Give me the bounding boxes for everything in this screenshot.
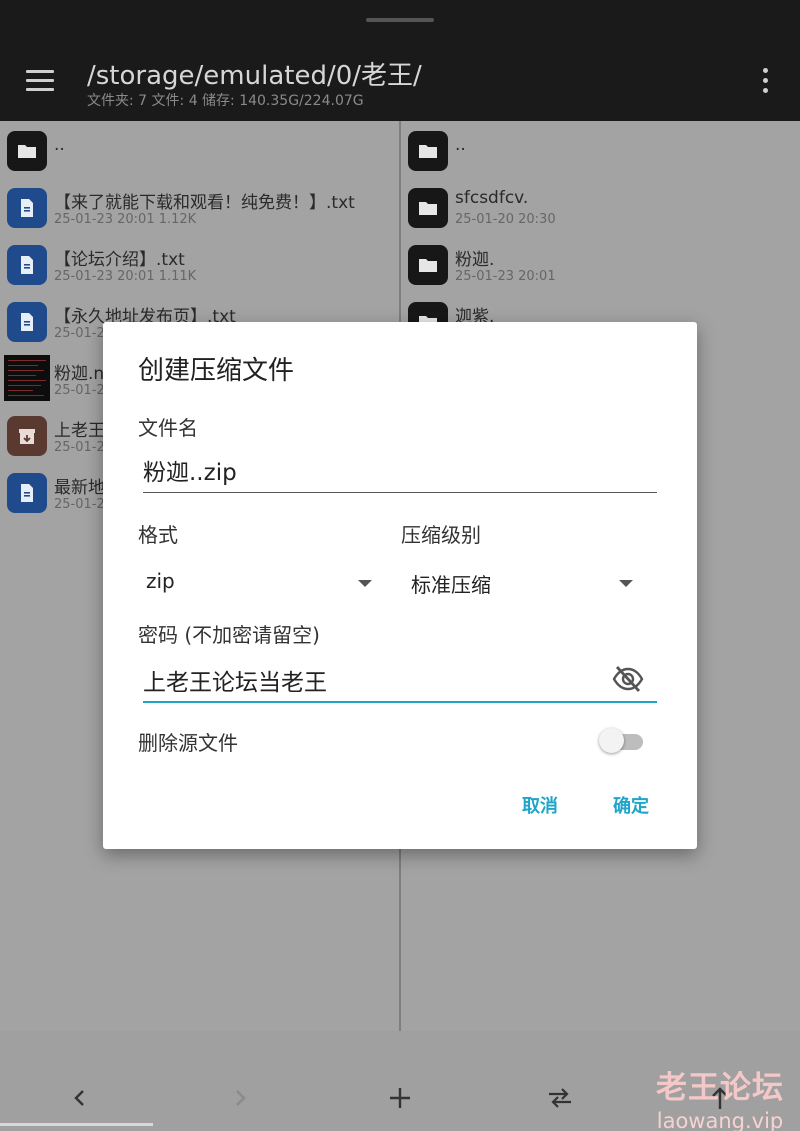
visibility-off-icon[interactable] bbox=[611, 662, 645, 696]
file-name: 【来了就能下载和观看！纯免费！】.txt bbox=[54, 193, 355, 213]
current-path: /storage/emulated/0/老王/ bbox=[87, 61, 422, 91]
file-name: 最新地 bbox=[54, 478, 105, 498]
file-meta: 25-01-2 bbox=[54, 326, 105, 341]
image-thumbnail bbox=[4, 355, 50, 401]
chevron-down-icon bbox=[619, 580, 633, 587]
password-label: 密码 (不加密请留空) bbox=[138, 623, 320, 647]
swap-icon[interactable] bbox=[545, 1083, 575, 1113]
level-value: 标准压缩 bbox=[411, 573, 491, 597]
filename-field[interactable]: 粉迦..zip bbox=[143, 447, 657, 493]
list-item[interactable]: sfcsdfcv. 25-01-20 20:30 bbox=[401, 178, 800, 235]
list-item[interactable]: 【来了就能下载和观看！纯免费！】.txt 25-01-23 20:01 1.12… bbox=[0, 178, 399, 235]
format-value: zip bbox=[146, 569, 175, 593]
format-select[interactable]: zip bbox=[138, 563, 378, 603]
file-name: 【论坛介绍】.txt bbox=[54, 250, 185, 270]
add-icon[interactable] bbox=[385, 1083, 415, 1113]
cancel-button[interactable]: 取消 bbox=[522, 792, 558, 818]
create-archive-dialog: 创建压缩文件 文件名 粉迦..zip 格式 压缩级别 zip 标准压缩 密码 (… bbox=[103, 322, 697, 849]
file-meta: 25-01-20 20:30 bbox=[455, 212, 556, 227]
archive-icon bbox=[7, 416, 47, 456]
file-meta: 25-01-23 20:01 1.12K bbox=[54, 212, 197, 227]
level-label: 压缩级别 bbox=[401, 523, 481, 547]
delete-source-toggle[interactable] bbox=[599, 726, 647, 754]
file-name: 粉迦. bbox=[455, 250, 495, 270]
forward-icon[interactable] bbox=[225, 1083, 255, 1113]
dialog-title: 创建压缩文件 bbox=[138, 356, 295, 386]
watermark-cn: 老王论坛 bbox=[656, 1070, 784, 1106]
folder-icon bbox=[408, 131, 448, 171]
more-options-icon[interactable] bbox=[760, 68, 772, 94]
document-icon bbox=[7, 245, 47, 285]
file-name: sfcsdfcv. bbox=[455, 188, 529, 208]
delete-source-label: 删除源文件 bbox=[138, 731, 238, 755]
app-toolbar: /storage/emulated/0/老王/ 文件夹: 7 文件: 4 储存:… bbox=[0, 0, 800, 121]
password-field[interactable]: 上老王论坛当老王 bbox=[143, 657, 657, 703]
document-icon bbox=[7, 473, 47, 513]
file-meta: 25-01-2 bbox=[54, 497, 105, 512]
file-name: 粉迦.n bbox=[54, 364, 105, 384]
password-value: 上老王论坛当老王 bbox=[143, 670, 327, 696]
format-label: 格式 bbox=[138, 523, 178, 547]
file-meta: 25-01-2 bbox=[54, 383, 105, 398]
folder-icon bbox=[408, 188, 448, 228]
watermark: 老王论坛 laowang.vip bbox=[656, 1062, 784, 1131]
list-item[interactable]: 粉迦. 25-01-23 20:01 bbox=[401, 235, 800, 292]
chevron-down-icon bbox=[358, 580, 372, 587]
file-name: .. bbox=[455, 135, 466, 155]
file-meta: 25-01-23 20:01 1.11K bbox=[54, 269, 197, 284]
folder-icon bbox=[7, 131, 47, 171]
document-icon bbox=[7, 302, 47, 342]
document-icon bbox=[7, 188, 47, 228]
file-name: 上老王 bbox=[54, 421, 105, 441]
ok-button[interactable]: 确定 bbox=[613, 792, 649, 818]
file-name: .. bbox=[54, 135, 65, 155]
storage-stats: 文件夹: 7 文件: 4 储存: 140.35G/224.07G bbox=[87, 93, 364, 109]
list-item[interactable]: .. bbox=[401, 121, 800, 178]
file-meta: 25-01-2 bbox=[54, 440, 105, 455]
watermark-en: laowang.vip bbox=[656, 1109, 784, 1131]
filename-value: 粉迦..zip bbox=[143, 460, 237, 486]
level-select[interactable]: 标准压缩 bbox=[403, 563, 643, 603]
list-item[interactable]: .. bbox=[0, 121, 399, 178]
folder-icon bbox=[408, 245, 448, 285]
gesture-bar bbox=[0, 1123, 153, 1126]
filename-label: 文件名 bbox=[138, 416, 198, 440]
list-item[interactable]: 【论坛介绍】.txt 25-01-23 20:01 1.11K bbox=[0, 235, 399, 292]
file-meta: 25-01-23 20:01 bbox=[455, 269, 556, 284]
back-icon[interactable] bbox=[65, 1083, 95, 1113]
menu-icon[interactable] bbox=[26, 70, 56, 92]
status-handle bbox=[366, 18, 434, 22]
